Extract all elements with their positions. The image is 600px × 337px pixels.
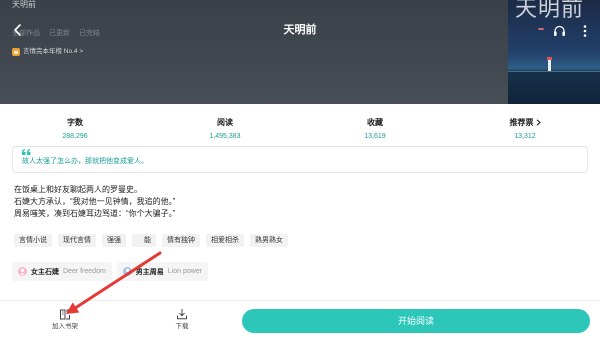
download-icon	[177, 309, 187, 320]
stat-label-text: 推荐票	[509, 118, 534, 127]
add-to-shelf-label: 加入书架	[52, 323, 78, 330]
more-vertical-icon[interactable]	[582, 24, 588, 38]
description-line: 在饭桌上和好友聊起两人的罗曼史。	[14, 185, 142, 194]
stat-label: 收藏	[367, 118, 383, 127]
tag[interactable]: 能	[132, 234, 156, 247]
quote-icon	[22, 149, 31, 155]
stat-label: 阅读	[217, 118, 233, 127]
book-detail-screen: 天明前 全部作品 已更新 已完结 天明前 言情完本年榜 No.4 > 天明前 字…	[0, 0, 600, 337]
male-icon	[122, 267, 132, 276]
description-line: 石婕大方承认，“我对他一见钟情，我追的他。”	[14, 197, 176, 206]
book-header: 天明前 全部作品 已更新 已完结 天明前 言情完本年榜 No.4 > 天明前	[0, 0, 600, 104]
start-reading-button[interactable]: 开始阅读	[242, 309, 590, 333]
character-list: 女主石婕 Deer freedom 男主周易 Lion power	[12, 262, 209, 281]
rank-badge-icon	[12, 47, 20, 56]
headphones-icon[interactable]	[553, 24, 566, 37]
rank-badge-text: 言情完本年榜 No.4 >	[23, 48, 84, 55]
stat-reads: 阅读 1,495,383	[150, 112, 300, 142]
character-alias: Deer freedom	[63, 268, 106, 275]
character-name: 女主石婕	[31, 268, 59, 276]
status-bar-text: 天明前	[12, 0, 36, 9]
character-male-lead[interactable]: 男主周易 Lion power	[116, 262, 209, 281]
stat-value: 1,495,383	[209, 133, 241, 140]
add-to-shelf-button[interactable]: 加入书架	[35, 308, 95, 331]
stat-label: 字数	[67, 118, 83, 127]
download-label: 下载	[175, 323, 189, 330]
book-stats: 字数 288,296 阅读 1,495,383 收藏 13,619 推荐票 13…	[0, 112, 600, 142]
bottom-bar-divider	[0, 300, 600, 301]
stat-favorites: 收藏 13,619	[300, 112, 450, 142]
rank-badge[interactable]: 言情完本年榜 No.4 >	[12, 47, 83, 56]
download-button[interactable]: 下载	[152, 308, 212, 331]
stat-value: 13,619	[364, 133, 386, 140]
tag[interactable]: 相爱相杀	[206, 234, 244, 247]
stat-value: 13,312	[514, 133, 536, 140]
tag[interactable]: 现代言情	[58, 234, 96, 247]
character-name: 男主周易	[135, 268, 164, 276]
cover-horizon	[508, 71, 600, 72]
description-line: 周易嗤笑，凑到石婕耳边骂道：“你个大骗子。”	[14, 209, 176, 218]
book-cover[interactable]: 天明前	[508, 0, 600, 104]
cover-title: 天明前	[515, 0, 585, 22]
tag[interactable]: 言情小说	[14, 234, 52, 247]
lighthouse	[548, 60, 551, 71]
character-female-lead[interactable]: 女主石婕 Deer freedom	[12, 262, 112, 281]
tag[interactable]: 熟男熟女	[250, 234, 288, 247]
tag[interactable]: 强强	[102, 234, 126, 247]
stat-word-count: 字数 288,296	[0, 112, 150, 142]
book-description[interactable]: 在饭桌上和好友聊起两人的罗曼史。 石婕大方承认，“我对他一见钟情，我追的他。” …	[14, 184, 175, 220]
stat-recommend-votes[interactable]: 推荐票 13,312	[450, 112, 600, 142]
bookshelf-add-icon	[60, 309, 70, 320]
tag-list: 言情小说 现代言情 强强 能 情有独钟 相爱相杀 熟男熟女	[14, 234, 288, 247]
quote-text: 故人太强了怎么办，那就把他变成爱人。	[22, 158, 148, 165]
chevron-right-icon	[536, 119, 541, 126]
stat-value: 288,296	[62, 133, 88, 140]
quote-box: 故人太强了怎么办，那就把他变成爱人。	[12, 146, 588, 173]
female-icon	[18, 267, 27, 276]
character-alias: Lion power	[167, 268, 203, 275]
stat-label: 推荐票	[510, 117, 541, 128]
cover-bird	[538, 28, 544, 30]
tag[interactable]: 情有独钟	[162, 234, 200, 247]
